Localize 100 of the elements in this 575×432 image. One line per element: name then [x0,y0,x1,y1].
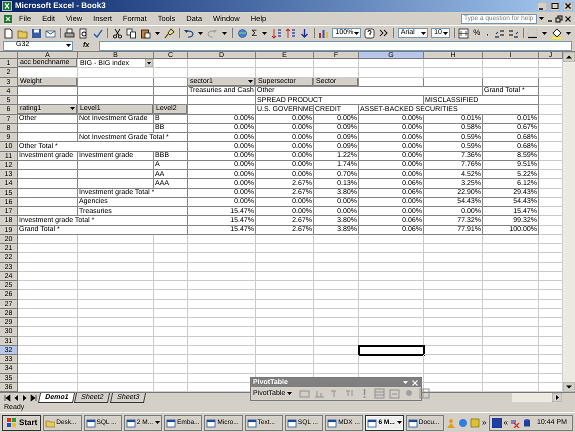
spreadsheet-icon[interactable] [3,14,13,24]
scroll-right-icon[interactable] [552,393,562,402]
cell[interactable] [359,78,424,87]
caret-icon [286,390,294,397]
comma-button[interactable]: , [484,29,491,37]
cell[interactable] [18,188,78,198]
sort-descending-icon[interactable] [285,28,296,38]
caret-icon[interactable] [197,30,204,36]
cell[interactable] [18,207,78,216]
maximize-button[interactable] [550,2,560,10]
paste-icon[interactable] [140,28,151,38]
table-icon[interactable] [419,388,430,399]
close-button[interactable] [563,2,573,10]
select-all-button[interactable] [0,52,18,59]
cell[interactable] [154,86,188,96]
table-grid-icon[interactable] [374,388,386,399]
cell[interactable] [18,198,78,207]
percent-button[interactable]: % [472,29,482,37]
network-icon[interactable] [510,418,520,428]
pivot-chart-icon[interactable] [314,388,326,399]
cell[interactable] [78,86,154,96]
cell[interactable] [78,160,154,170]
cell[interactable] [78,179,154,188]
copy-icon[interactable] [126,28,137,38]
language-icon[interactable] [492,418,502,428]
dropdown-button-icon [145,59,153,68]
window-icon [246,418,257,428]
cut-icon[interactable] [112,28,123,38]
window-icon [286,418,297,428]
caret-icon [247,78,254,85]
fill-color-icon[interactable] [550,28,562,38]
save-icon[interactable] [31,28,42,38]
window-title: Microsoft Excel - Book3 [15,2,106,10]
vertical-scrollbar[interactable] [563,52,575,392]
cell[interactable] [18,179,78,188]
cell[interactable] [78,78,154,87]
window-icon [408,418,418,428]
format-painter-icon[interactable] [164,28,175,38]
sort-ascending-icon[interactable] [271,28,282,38]
first-sheet-icon[interactable] [3,394,11,402]
horizontal-scrollbar[interactable] [512,393,562,402]
caret-icon[interactable] [538,15,545,22]
selected-cell[interactable] [359,346,424,355]
caret-icon [420,30,428,36]
caret-icon [353,30,360,36]
folder-icon [45,418,56,428]
borders-icon[interactable] [526,28,538,38]
cell[interactable] [188,105,256,114]
window-icon [327,418,338,428]
spreadsheet-icon [2,1,12,11]
window-icon [367,418,378,428]
cell[interactable] [78,124,154,133]
help-icon[interactable] [364,28,376,38]
window-icon [86,418,96,428]
restore-icon[interactable] [555,14,563,22]
tray-expand-button[interactable]: « [504,418,508,426]
scroll-down-icon[interactable] [563,382,575,392]
overflow-chevron[interactable]: » [482,418,486,426]
autosum-button[interactable]: Σ [250,28,258,38]
cell[interactable] [18,160,78,170]
chevron-icon[interactable] [378,28,390,38]
scroll-up-icon[interactable] [563,52,575,62]
spelling-icon[interactable] [92,28,104,38]
print-preview-icon[interactable] [78,28,90,38]
cell[interactable] [18,86,78,96]
cell[interactable] [18,170,78,180]
increase-decimal-icon[interactable] [494,28,505,38]
cell[interactable] [18,133,78,142]
chart-icon[interactable] [318,28,330,38]
caret-icon[interactable] [564,30,572,36]
decrease-decimal-icon[interactable] [508,28,519,38]
formula-field[interactable] [99,40,572,50]
last-sheet-icon[interactable] [30,394,38,402]
field-list-icon[interactable] [389,388,400,399]
minimize-button[interactable] [537,2,547,10]
undo-icon[interactable] [183,28,194,38]
database-icon[interactable] [522,418,532,428]
caret-icon[interactable] [154,30,161,36]
mail-icon[interactable] [45,28,56,38]
cell[interactable] [424,78,483,87]
print-icon[interactable] [64,28,76,38]
window-icon [206,418,216,428]
caret-icon [65,42,72,49]
caret-icon[interactable] [221,30,228,36]
close-icon[interactable] [564,14,572,22]
new-file-icon[interactable] [3,28,14,38]
cell[interactable] [188,96,256,106]
arrow-down-icon[interactable] [299,28,310,38]
square-icon[interactable] [470,418,480,428]
cell[interactable] [483,78,539,87]
person-icon[interactable] [446,418,456,428]
field-settings-icon[interactable] [344,388,356,399]
cell[interactable] [78,170,154,180]
caret-icon[interactable] [261,30,268,36]
merge-cells-icon[interactable] [458,28,470,38]
caret-icon [69,105,76,112]
caret-icon [442,30,449,36]
start-button[interactable]: Start [2,414,42,430]
cell[interactable] [18,124,78,133]
pivot-layout-icon[interactable] [299,388,310,399]
